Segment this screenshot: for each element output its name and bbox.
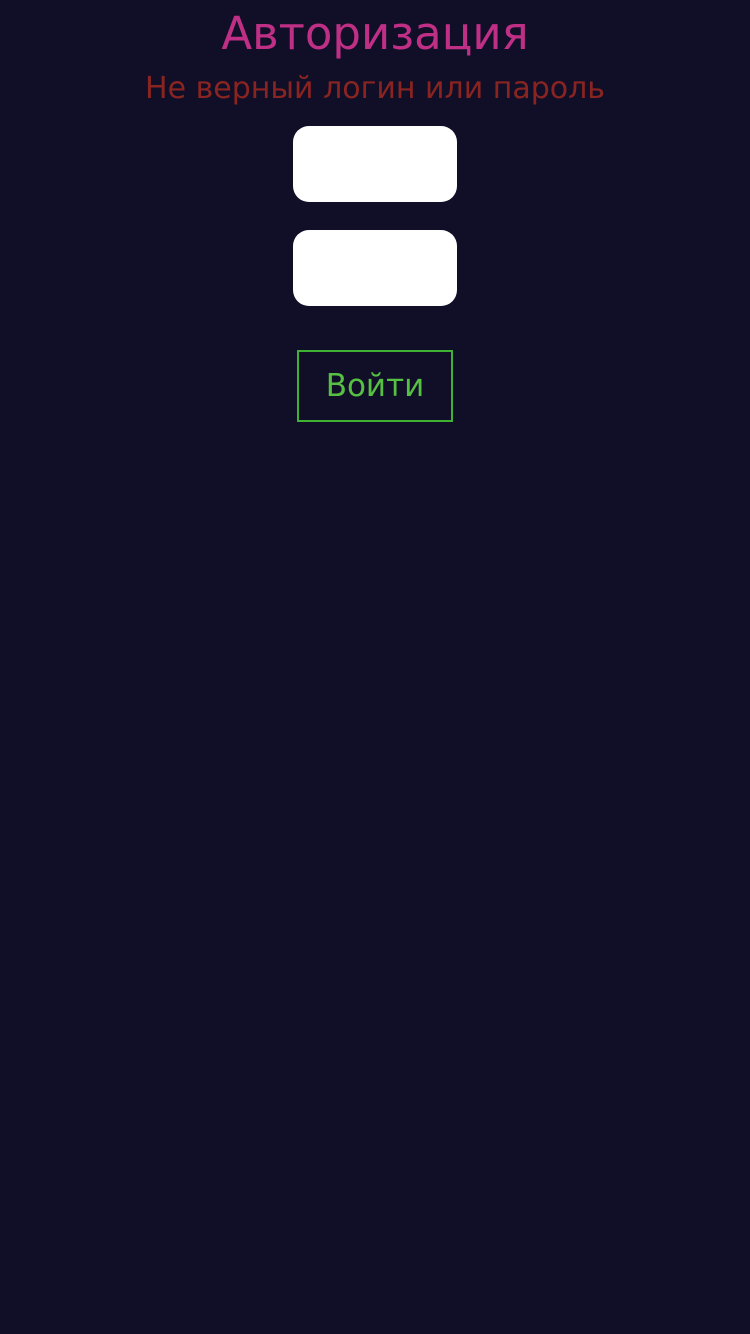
error-message: Не верный логин или пароль [145, 71, 605, 106]
login-input[interactable] [293, 126, 457, 202]
page-title: Авторизация [221, 7, 529, 60]
login-button[interactable]: Войти [297, 350, 453, 422]
password-input[interactable] [293, 230, 457, 306]
auth-screen: Авторизация Не верный логин или пароль В… [0, 0, 750, 1334]
